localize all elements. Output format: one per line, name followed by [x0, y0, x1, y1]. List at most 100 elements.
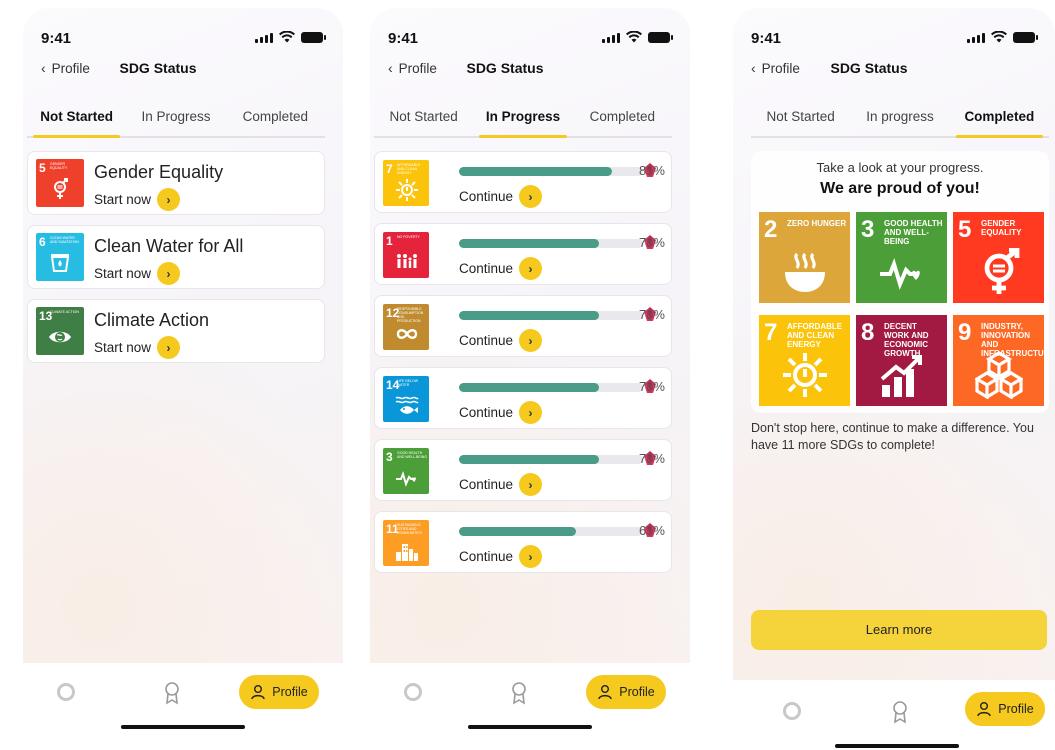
chevron-right-icon: ›	[519, 473, 543, 496]
sdg-card[interactable]: 6 Clean Water and Sanitation Clean Water…	[27, 225, 325, 289]
sdg-tile-text: Good Health and Well-Being	[884, 219, 943, 246]
sdg-tile-text: Climate Action	[50, 310, 79, 314]
profile-tab[interactable]: Profile	[239, 675, 319, 709]
eye-globe-icon	[49, 331, 71, 343]
explore-ring-icon[interactable]	[404, 683, 422, 701]
sdg-progress-card[interactable]: 7 Affordable and Clean Energy 85% Continue ›	[374, 151, 672, 213]
start-now-button[interactable]: Start now ›	[94, 262, 181, 285]
learn-more-button[interactable]: Learn more	[751, 610, 1047, 650]
tab-not-started[interactable]: Not Started	[27, 108, 126, 138]
award-icon[interactable]	[161, 681, 183, 705]
sdg-tile-text: Zero Hunger	[787, 219, 847, 228]
tab-not-started[interactable]: Not Started	[751, 108, 850, 136]
start-now-label: Start now	[94, 192, 152, 207]
continue-button[interactable]: Continue ›	[459, 545, 543, 568]
continue-button[interactable]: Continue ›	[459, 257, 543, 280]
completed-sdg-tile[interactable]: 2 Zero Hunger	[759, 212, 850, 303]
start-now-label: Start now	[94, 266, 152, 281]
sdg-tile-text: Gender Equality	[50, 162, 68, 170]
sdg-tile: 11 Sustainable Cities and Communities	[383, 520, 429, 566]
tab-in-progress[interactable]: In progress	[850, 108, 949, 136]
sdg-card[interactable]: 13 Climate Action Climate Action Start n…	[27, 299, 325, 363]
bottom-tab-bar: Profile	[370, 663, 690, 743]
continue-label: Continue	[459, 477, 514, 492]
sdg-tile: 13 Climate Action	[36, 307, 84, 355]
sdg-tile-text: Responsible Consumption and Production	[397, 307, 424, 323]
continue-button[interactable]: Continue ›	[459, 329, 543, 352]
chevron-right-icon: ›	[519, 401, 543, 424]
sdg-tile-text: No Poverty	[397, 235, 420, 239]
progress-bar	[459, 167, 643, 176]
nav-bar: ‹ Profile SDG Status	[733, 58, 1055, 82]
sdg-tile: 3 Good Health and Well-Being	[383, 448, 429, 494]
explore-ring-icon[interactable]	[57, 683, 75, 701]
nav-bar: ‹ Profile SDG Status	[370, 58, 690, 82]
award-icon[interactable]	[889, 700, 911, 724]
profile-tab[interactable]: Profile	[965, 692, 1045, 726]
sdg-number: 8	[861, 319, 875, 346]
sdg-tile-text: Sustainable Cities and Communities	[397, 523, 422, 535]
home-indicator	[835, 744, 960, 748]
signal-icon	[602, 32, 620, 43]
proud-message: We are proud of you!	[820, 180, 980, 197]
progress-percent: 65%	[638, 523, 665, 538]
sdg-tile: 1 No Poverty	[383, 232, 429, 278]
signal-icon	[967, 32, 985, 43]
sdg-progress-card[interactable]: 12 Responsible Consumption and Production…	[374, 295, 672, 357]
family-icon	[397, 254, 417, 268]
continue-label: Continue	[459, 405, 514, 420]
sdg-tile: 7 Affordable and Clean Energy	[383, 160, 429, 206]
completed-sdg-tile[interactable]: 8 Decent Work and Economic Growth	[856, 315, 947, 406]
tab-completed[interactable]: Completed	[950, 108, 1049, 138]
continue-label: Continue	[459, 549, 514, 564]
status-bar: 9:41	[370, 28, 690, 50]
tab-completed[interactable]: Completed	[573, 108, 672, 136]
profile-tab-label: Profile	[998, 702, 1034, 716]
sdg-number: 6	[39, 235, 46, 249]
sdg-number: 3	[386, 450, 393, 464]
sdg-tile-text: Clean Water and Sanitation	[50, 236, 79, 244]
sdg-progress-card[interactable]: 11 Sustainable Cities and Communities 65% C…	[374, 511, 672, 573]
explore-ring-icon[interactable]	[783, 702, 801, 720]
tab-not-started[interactable]: Not Started	[374, 108, 473, 136]
sdg-progress-card[interactable]: 1 No Poverty 78% Continue ›	[374, 223, 672, 285]
sdg-card[interactable]: 5 Gender Equality Gender Equality Start …	[27, 151, 325, 215]
battery-icon	[1013, 31, 1038, 43]
completed-sdg-tile[interactable]: 7 Affordable and Clean Energy	[759, 315, 850, 406]
tab-in-progress[interactable]: In Progress	[473, 108, 572, 138]
continue-button[interactable]: Continue ›	[459, 401, 543, 424]
sdg-title: Gender Equality	[94, 162, 224, 182]
sdg-progress-card[interactable]: 14 Life Below Water 78% Continue ›	[374, 367, 672, 429]
completed-sdg-tile[interactable]: 3 Good Health and Well-Being	[856, 212, 947, 303]
sun-icon	[396, 179, 418, 201]
chevron-right-icon: ›	[157, 262, 181, 285]
continue-button[interactable]: Continue ›	[459, 473, 543, 496]
progress-percent: 78%	[638, 379, 665, 394]
start-now-button[interactable]: Start now ›	[94, 336, 181, 359]
sdg-number: 9	[958, 319, 972, 346]
sdg-number: 3	[861, 216, 875, 243]
sdg-tile-text: Affordable and Clean Energy	[787, 322, 843, 349]
chevron-right-icon: ›	[519, 185, 543, 208]
page-title: SDG Status	[830, 60, 908, 76]
person-icon	[977, 702, 991, 717]
sdg-tile-text: Good Health and Well-Being	[397, 451, 427, 459]
growth-chart-icon	[880, 355, 922, 397]
start-now-button[interactable]: Start now ›	[94, 188, 181, 211]
tab-in-progress[interactable]: In Progress	[126, 108, 225, 136]
continue-button[interactable]: Continue ›	[459, 185, 543, 208]
progress-bar	[459, 527, 643, 536]
wifi-icon	[626, 31, 642, 43]
tab-completed[interactable]: Completed	[226, 108, 325, 136]
sun-icon	[783, 353, 827, 397]
battery-icon	[301, 31, 326, 43]
completed-sdg-tile[interactable]: 9Industry, Innovation and Infrastructure	[953, 315, 1044, 406]
chevron-right-icon: ›	[519, 545, 543, 568]
sdg-number: 5	[958, 216, 972, 243]
completed-sdg-tile[interactable]: 5 Gender Equality	[953, 212, 1044, 303]
sdg-tile: 6 Clean Water and Sanitation	[36, 233, 84, 281]
profile-tab[interactable]: Profile	[586, 675, 666, 709]
award-icon[interactable]	[508, 681, 530, 705]
progress-fill	[459, 311, 600, 320]
sdg-progress-card[interactable]: 3 Good Health and Well-Being 78% Continue ›	[374, 439, 672, 501]
